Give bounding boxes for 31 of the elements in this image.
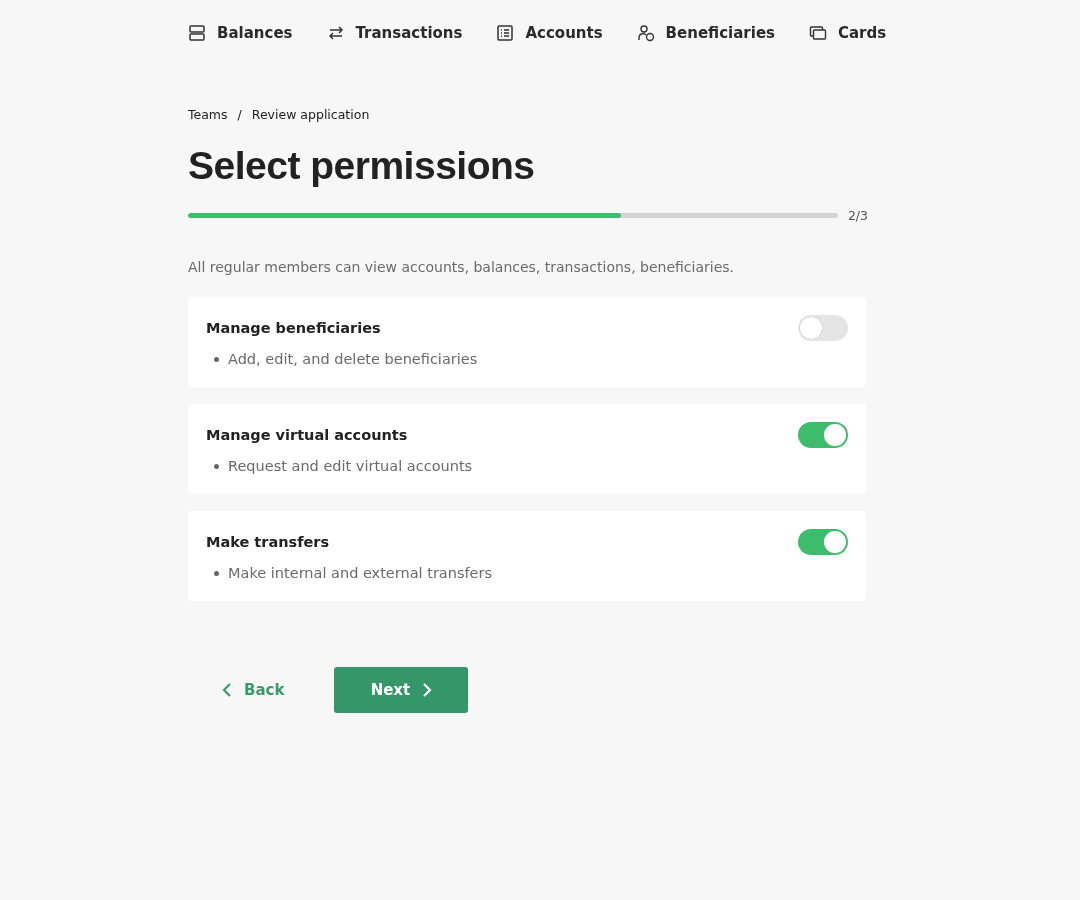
permission-description: Make internal and external transfers xyxy=(228,565,493,581)
arrows-icon xyxy=(326,24,345,42)
step-counter: 2/3 xyxy=(847,208,868,223)
chevron-left-icon xyxy=(222,682,232,698)
permission-title: Manage beneficiaries xyxy=(206,320,381,336)
nav-link[interactable]: Transactions xyxy=(326,21,463,45)
bullet-icon xyxy=(214,463,219,469)
permission-title: Manage virtual accounts xyxy=(206,427,408,443)
list-icon xyxy=(496,24,515,42)
toggle-switch[interactable] xyxy=(798,315,848,341)
intro-text: All regular members can view accounts, balances, transactions, beneficiaries. xyxy=(188,259,735,275)
stack-icon xyxy=(188,24,206,42)
cards-icon xyxy=(809,24,827,42)
person-coin-icon xyxy=(636,24,655,42)
nav-link[interactable]: Accounts xyxy=(496,21,603,45)
permission-description: Add, edit, and delete beneficiaries xyxy=(228,351,478,367)
toggle-switch[interactable] xyxy=(798,529,848,555)
bullet-icon xyxy=(214,570,219,576)
nav-link[interactable]: Beneficiaries xyxy=(636,21,775,45)
chevron-right-icon xyxy=(422,682,433,698)
breadcrumb-item[interactable]: Teams xyxy=(188,107,228,122)
bullet-icon xyxy=(214,356,219,362)
next-button[interactable]: Next xyxy=(334,667,469,713)
nav-link[interactable]: Balances xyxy=(188,21,293,45)
breadcrumb-item: Review application xyxy=(251,107,370,122)
toggle-switch[interactable] xyxy=(798,422,848,448)
breadcrumb-item: / xyxy=(237,107,242,122)
permission-title: Make transfers xyxy=(206,534,330,550)
page-title: Select permissions xyxy=(188,144,536,188)
permission-description: Request and edit virtual accounts xyxy=(228,458,473,474)
nav-link[interactable]: Cards xyxy=(809,21,887,45)
